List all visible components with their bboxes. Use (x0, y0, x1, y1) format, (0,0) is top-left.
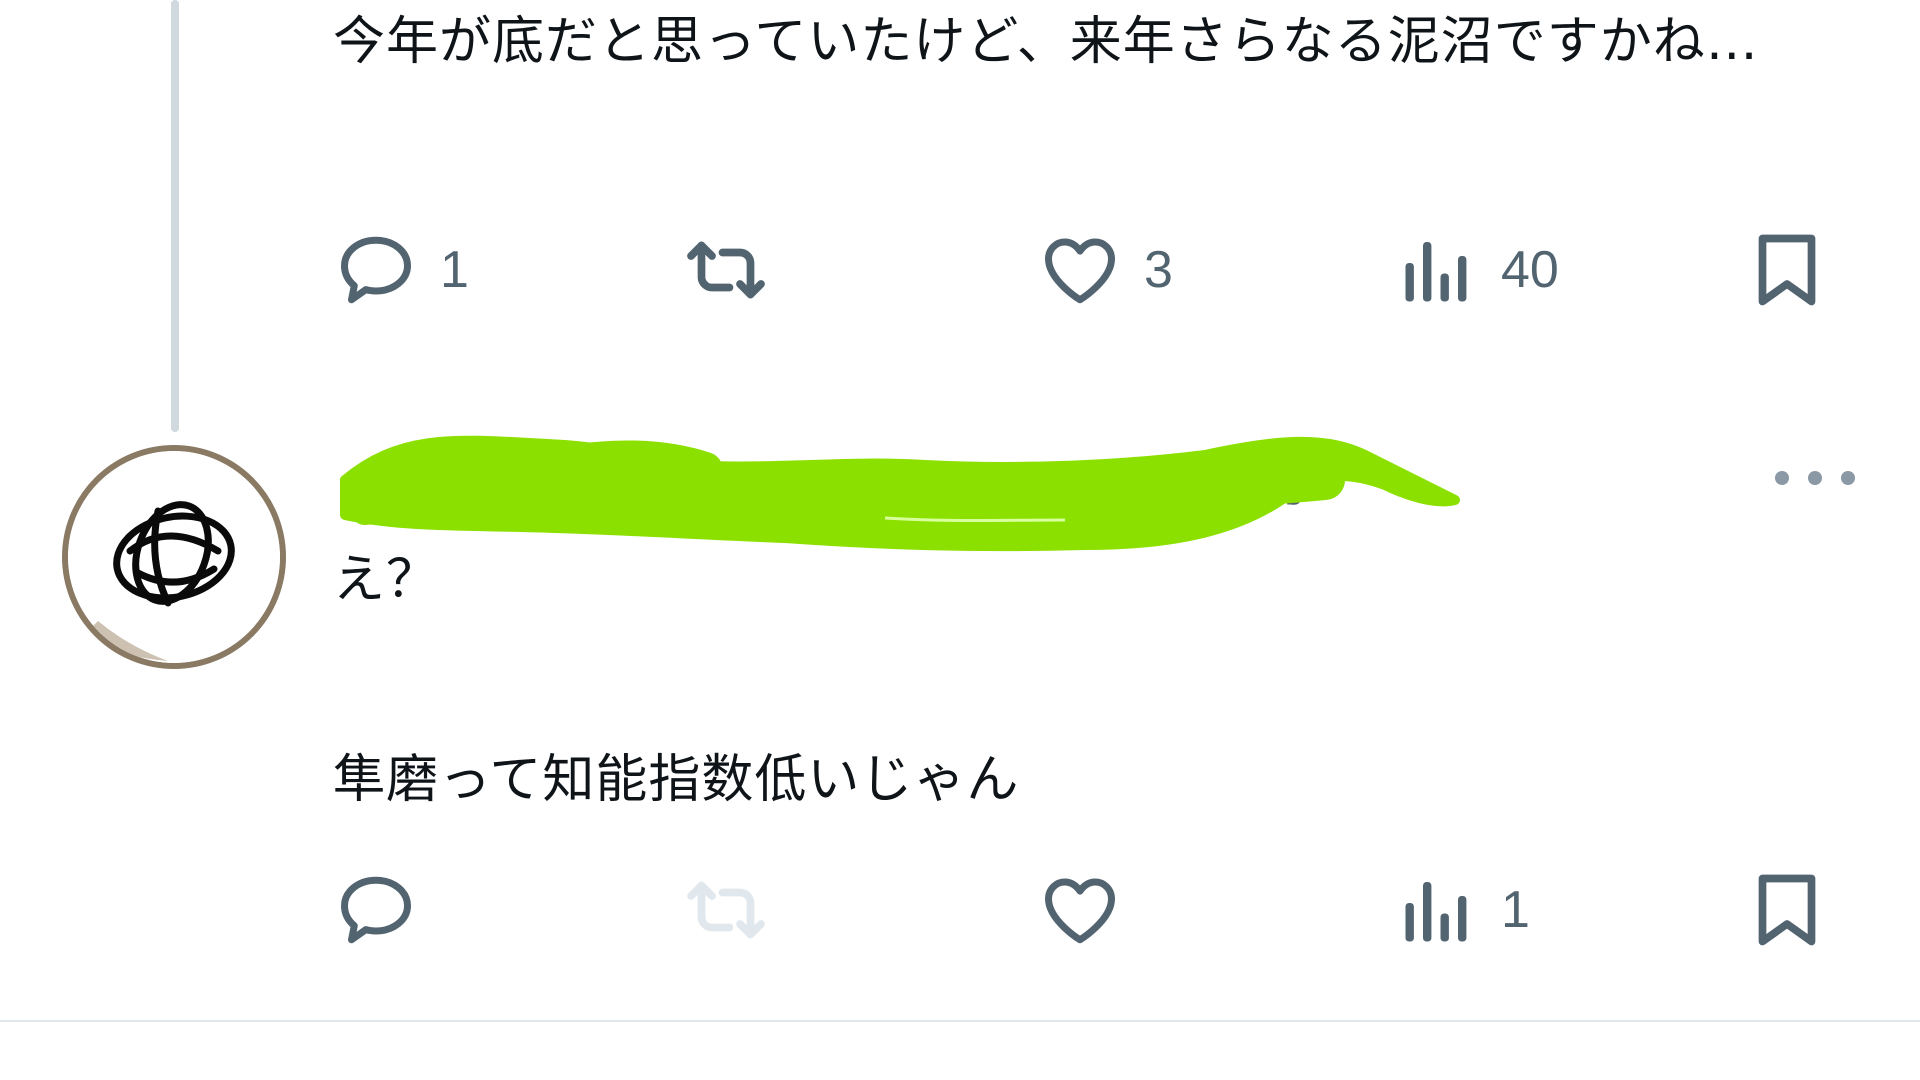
view-count: 40 (1501, 241, 1559, 299)
bookmark-icon (1758, 234, 1816, 306)
ellipsis-dot (1775, 471, 1789, 485)
views-button[interactable]: 40 (1395, 215, 1559, 325)
tweet-text-line: え？ (333, 550, 440, 610)
speech-bubble-icon (341, 236, 411, 304)
retweet-arrows-icon (687, 881, 765, 939)
ellipsis-dot (1841, 471, 1855, 485)
bookmark-button[interactable] (1745, 855, 1829, 965)
retweet-button[interactable] (680, 855, 794, 965)
like-button[interactable] (1038, 855, 1144, 965)
redaction-scribble (340, 435, 1460, 552)
tweet-text-line: 隼磨って知能指数低いじゃん (333, 750, 1020, 810)
reply-button[interactable] (334, 855, 440, 965)
tweet-divider (0, 1020, 1920, 1022)
tweet-action-bar: 1 (0, 855, 1920, 965)
reply-button[interactable]: 1 (334, 215, 469, 325)
like-button[interactable]: 3 (1038, 215, 1173, 325)
more-options-button[interactable] (1775, 448, 1855, 508)
views-button[interactable]: 1 (1395, 855, 1530, 965)
ellipsis-dot (1808, 471, 1822, 485)
scribble-avatar-image (68, 451, 280, 663)
reply-count: 1 (440, 241, 469, 299)
retweet-arrows-icon (687, 241, 765, 299)
heart-icon (1045, 878, 1115, 944)
view-count: 1 (1501, 881, 1530, 939)
bar-chart-icon (1405, 242, 1467, 302)
bookmark-icon (1758, 874, 1816, 946)
tweet-text: 今年が底だと思っていたけど、来年さらなる泥沼ですかね… (333, 12, 1759, 72)
speech-bubble-icon (341, 876, 411, 944)
like-count: 3 (1144, 241, 1173, 299)
bookmark-button[interactable] (1745, 215, 1829, 325)
retweet-button[interactable] (680, 215, 794, 325)
bar-chart-icon (1405, 882, 1467, 942)
heart-icon (1045, 238, 1115, 304)
avatar[interactable] (62, 445, 286, 669)
tweet-action-bar: 1 3 40 (0, 215, 1920, 325)
